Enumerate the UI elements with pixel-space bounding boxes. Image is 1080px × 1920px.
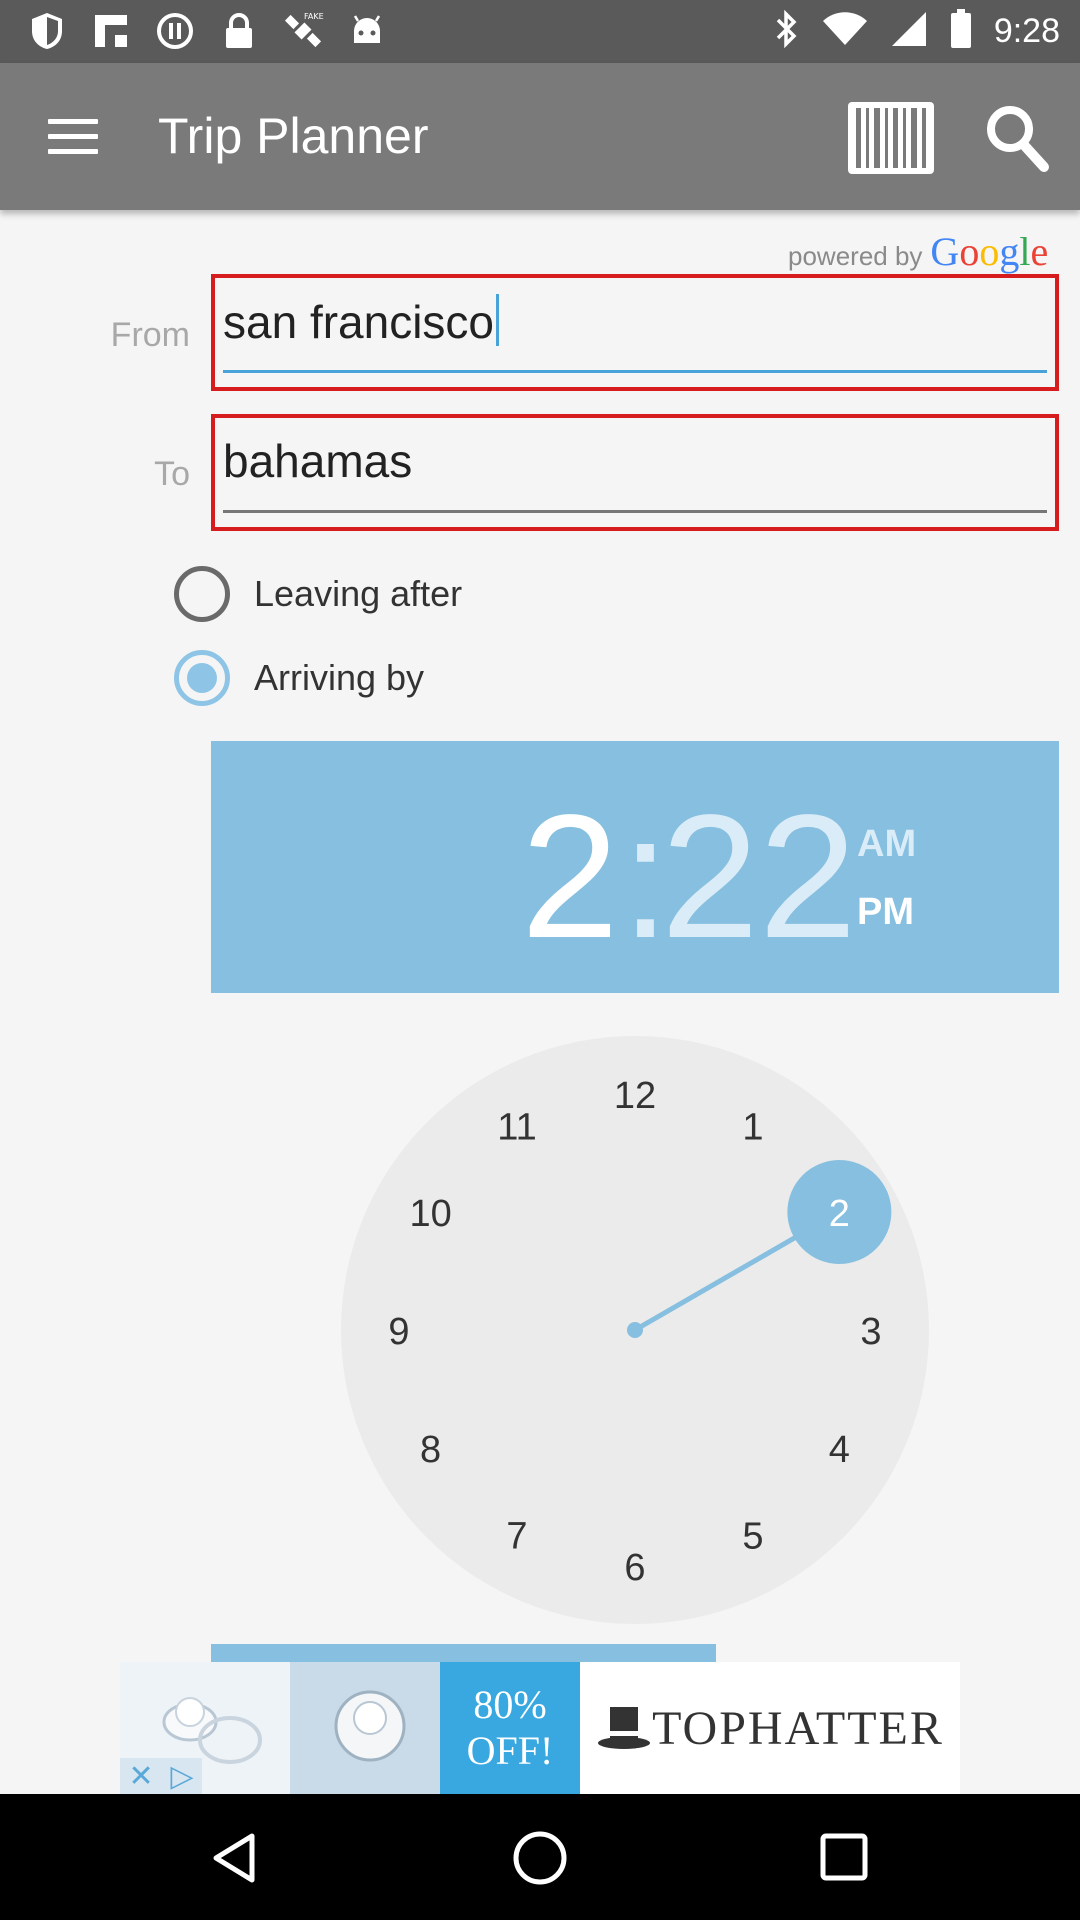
ad-banner[interactable]: 80% OFF! TOPHATTER <box>120 1662 960 1794</box>
to-field-box: bahamas <box>211 414 1059 531</box>
recents-icon[interactable] <box>820 1833 868 1881</box>
clock-dial[interactable]: 121234567891011 <box>340 1035 930 1625</box>
leaving-after-option[interactable]: Leaving after <box>174 566 462 622</box>
record-icon <box>154 10 196 52</box>
powered-by-google: powered by Google <box>788 228 1048 275</box>
dial-number-8[interactable]: 8 <box>420 1429 441 1471</box>
home-icon[interactable] <box>513 1831 567 1885</box>
time-picker-header: 2 : 22 AM PM <box>211 741 1059 993</box>
to-underline <box>223 510 1047 513</box>
back-icon[interactable] <box>213 1833 255 1883</box>
signal-icon <box>890 10 928 53</box>
ad-choices[interactable]: ✕ ▷ <box>120 1758 202 1794</box>
flipboard-icon <box>90 10 132 52</box>
barcode-scanner-icon[interactable] <box>848 102 934 174</box>
status-time: 9:28 <box>993 12 1060 50</box>
to-input-value: bahamas <box>223 435 413 487</box>
to-label: To <box>154 455 190 493</box>
ad-choices-icon[interactable]: ▷ <box>170 1759 193 1794</box>
dial-number-11[interactable]: 11 <box>497 1107 536 1149</box>
from-input-value: san francisco <box>223 296 495 348</box>
status-icons-right: 9:28 <box>774 8 1060 55</box>
app-title: Trip Planner <box>158 108 429 164</box>
dial-number-5[interactable]: 5 <box>742 1515 763 1557</box>
dial-number-12[interactable]: 12 <box>614 1075 656 1117</box>
text-caret <box>496 294 500 346</box>
ad-sale-image: 80% OFF! <box>290 1662 580 1794</box>
dial-number-3[interactable]: 3 <box>860 1311 881 1353</box>
google-logo: Google <box>930 229 1049 274</box>
time-hour[interactable]: 2 <box>521 789 619 965</box>
leaving-after-radio[interactable] <box>174 566 230 622</box>
lock-icon <box>218 10 260 52</box>
ad-brand: TOPHATTER <box>580 1662 960 1794</box>
pm-toggle[interactable]: PM <box>857 891 914 934</box>
from-input[interactable]: san francisco <box>223 294 1047 372</box>
svg-text:FAKE: FAKE <box>304 12 324 21</box>
top-hat-icon <box>598 1707 651 1749</box>
navigation-bar <box>0 1794 1080 1920</box>
status-bar: FAKE 9:28 <box>0 0 1080 63</box>
battery-icon <box>950 9 972 54</box>
to-input[interactable]: bahamas <box>223 434 1047 512</box>
satellite-fake-gps-icon: FAKE <box>282 10 324 52</box>
arriving-by-option[interactable]: Arriving by <box>174 650 424 706</box>
from-field-box: san francisco <box>211 274 1059 391</box>
clock-center-dot <box>627 1322 643 1338</box>
time-minute[interactable]: 22 <box>661 789 857 965</box>
wifi-icon <box>822 11 868 52</box>
android-icon <box>346 10 388 52</box>
dial-number-7[interactable]: 7 <box>506 1515 527 1557</box>
bluetooth-icon <box>774 8 800 55</box>
arriving-by-radio[interactable] <box>174 650 230 706</box>
dial-number-9[interactable]: 9 <box>388 1311 409 1353</box>
dial-number-2[interactable]: 2 <box>829 1193 850 1235</box>
ad-close-icon[interactable]: ✕ <box>128 1759 153 1794</box>
am-toggle[interactable]: AM <box>857 823 916 866</box>
shield-icon <box>26 10 68 52</box>
arriving-by-label: Arriving by <box>254 657 425 698</box>
menu-icon[interactable] <box>48 119 98 159</box>
dial-number-10[interactable]: 10 <box>409 1193 451 1235</box>
app-bar: Trip Planner <box>0 63 1080 210</box>
dial-number-4[interactable]: 4 <box>829 1429 850 1471</box>
from-label: From <box>110 316 190 354</box>
from-underline <box>223 370 1047 373</box>
ad-brand-text: TOPHATTER <box>652 1701 944 1755</box>
search-icon[interactable] <box>984 103 1050 173</box>
ad-top-strip <box>211 1644 716 1664</box>
dial-number-1[interactable]: 1 <box>742 1107 763 1149</box>
powered-by-text: powered by <box>788 241 923 271</box>
leaving-after-label: Leaving after <box>254 573 463 614</box>
ad-promo-text: 80% OFF! <box>466 1682 554 1773</box>
dial-number-6[interactable]: 6 <box>624 1547 645 1589</box>
status-icons-left: FAKE <box>26 10 388 52</box>
